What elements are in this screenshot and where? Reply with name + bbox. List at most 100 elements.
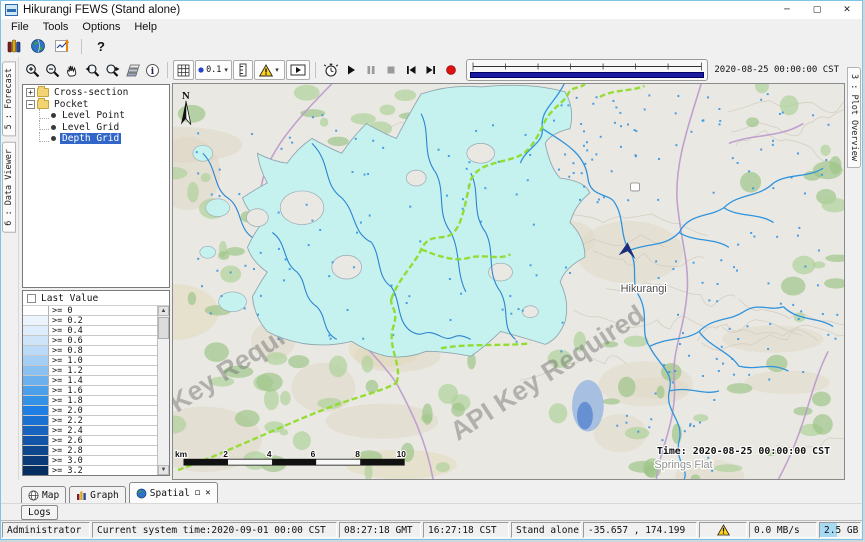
status-bandwidth: 0.0 MB/s bbox=[749, 522, 817, 538]
legend-swatch bbox=[23, 386, 49, 395]
scroll-thumb[interactable] bbox=[158, 317, 169, 339]
legend-row[interactable]: >= 2.2 bbox=[23, 416, 157, 426]
logs-button[interactable]: Logs bbox=[21, 505, 58, 520]
legend-row[interactable]: >= 0 bbox=[23, 306, 157, 316]
legend-swatch bbox=[23, 316, 49, 325]
legend-label: >= 2.8 bbox=[49, 446, 83, 455]
status-bar: Administrator Current system time:2020-0… bbox=[1, 520, 862, 539]
scroll-up-icon[interactable]: ▲ bbox=[158, 306, 169, 316]
grid-display-button[interactable] bbox=[173, 60, 194, 80]
status-warning-cell[interactable] bbox=[699, 522, 747, 538]
legend-row[interactable]: >= 1.6 bbox=[23, 386, 157, 396]
map-canvas[interactable]: API Key Required API Key Required bbox=[172, 83, 845, 480]
layers-icon[interactable] bbox=[123, 61, 142, 80]
legend-swatch bbox=[23, 356, 49, 365]
zoom-previous-icon[interactable] bbox=[83, 61, 102, 80]
tab-forecast[interactable]: 5 : Forecast bbox=[2, 61, 16, 136]
tab-spatial[interactable]: Spatial ◻ ✕ bbox=[129, 482, 218, 503]
expand-icon[interactable]: + bbox=[26, 88, 35, 97]
info-icon[interactable]: i bbox=[143, 61, 162, 80]
pause-icon[interactable] bbox=[361, 61, 380, 80]
tree-item-cross-section[interactable]: + Cross-section bbox=[25, 87, 169, 99]
threshold-dot-icon bbox=[198, 67, 204, 73]
main-toolbar: ? bbox=[1, 35, 862, 57]
close-button[interactable]: ✕ bbox=[832, 1, 862, 19]
minimize-button[interactable]: ─ bbox=[772, 1, 802, 19]
tree-item-depth-grid[interactable]: Depth Grid bbox=[25, 133, 169, 145]
legend-row[interactable]: >= 2.8 bbox=[23, 446, 157, 456]
legend-row[interactable]: >= 0.8 bbox=[23, 346, 157, 356]
maximize-button[interactable]: ▢ bbox=[802, 1, 832, 19]
thresholds-warning-dropdown[interactable]: ▾ bbox=[254, 60, 285, 80]
bar-chart-icon bbox=[76, 490, 87, 501]
menu-file[interactable]: File bbox=[4, 21, 36, 33]
legend-row[interactable]: >= 1.0 bbox=[23, 356, 157, 366]
legend-label: >= 1.2 bbox=[49, 366, 83, 375]
zoom-out-icon[interactable] bbox=[43, 61, 62, 80]
threshold-dropdown[interactable]: 0.1 ▾ bbox=[195, 60, 232, 80]
legend-row[interactable]: >= 0.2 bbox=[23, 316, 157, 326]
menu-options[interactable]: Options bbox=[75, 21, 127, 33]
timeseries-chart-icon[interactable] bbox=[53, 37, 71, 55]
legend-row[interactable]: >= 3.0 bbox=[23, 456, 157, 466]
legend-row[interactable]: >= 1.4 bbox=[23, 376, 157, 386]
tab-data-viewer[interactable]: 6 : Data Viewer bbox=[2, 142, 16, 233]
chevron-down-icon: ▾ bbox=[223, 66, 229, 74]
record-movie-icon[interactable] bbox=[441, 61, 460, 80]
legend-row[interactable]: >= 2.0 bbox=[23, 406, 157, 416]
help-icon[interactable]: ? bbox=[92, 37, 110, 55]
status-coordinates: -35.657 , 174.199 bbox=[583, 522, 697, 538]
scale-gauge-button[interactable] bbox=[233, 60, 253, 80]
timeline-period-bar[interactable] bbox=[470, 72, 704, 78]
legend-panel: Last Value >= 0>= 0.2>= 0.4>= 0.6>= 0.8>… bbox=[22, 290, 170, 476]
threshold-value: 0.1 bbox=[206, 65, 221, 75]
legend-row[interactable]: >= 0.6 bbox=[23, 336, 157, 346]
tab-plot-overview[interactable]: 3 : Plot Overview bbox=[847, 67, 861, 168]
legend-label: >= 2.0 bbox=[49, 406, 83, 415]
svg-text:4: 4 bbox=[267, 449, 272, 459]
legend-swatch bbox=[23, 346, 49, 355]
collapse-icon[interactable]: − bbox=[26, 100, 35, 109]
legend-label: >= 3.2 bbox=[49, 466, 83, 475]
last-value-checkbox[interactable] bbox=[27, 294, 36, 303]
status-user: Administrator bbox=[2, 522, 90, 538]
deep-water-core bbox=[577, 402, 593, 430]
window-title: Hikurangi FEWS (Stand alone) bbox=[23, 4, 180, 16]
svg-text:8: 8 bbox=[355, 449, 360, 459]
layer-bullet-icon bbox=[51, 136, 56, 141]
pan-hand-icon[interactable] bbox=[63, 61, 82, 80]
legend-row[interactable]: >= 2.4 bbox=[23, 426, 157, 436]
legend-scrollbar[interactable]: ▲ ▼ bbox=[158, 306, 169, 475]
timeline-slider[interactable] bbox=[466, 59, 708, 81]
tree-item-pocket[interactable]: − Pocket bbox=[25, 99, 169, 111]
stop-icon[interactable] bbox=[381, 61, 400, 80]
legend-row[interactable]: >= 0.4 bbox=[23, 326, 157, 336]
svg-text:2: 2 bbox=[223, 449, 228, 459]
status-local-time: 16:27:18 CST bbox=[423, 522, 509, 538]
tab-graph[interactable]: Graph bbox=[69, 486, 126, 503]
legend-swatch bbox=[23, 326, 49, 335]
database-viewer-icon[interactable] bbox=[5, 37, 23, 55]
tab-maximize-icon[interactable]: ◻ bbox=[193, 488, 200, 498]
logs-row: Logs bbox=[1, 503, 862, 520]
run-animation-clock-icon[interactable] bbox=[321, 61, 340, 80]
legend-row[interactable]: >= 1.2 bbox=[23, 366, 157, 376]
menu-help[interactable]: Help bbox=[127, 21, 164, 33]
legend-swatch bbox=[23, 416, 49, 425]
skip-to-start-icon[interactable] bbox=[401, 61, 420, 80]
legend-row[interactable]: >= 3.2 bbox=[23, 466, 157, 475]
tab-close-icon[interactable]: ✕ bbox=[203, 488, 210, 498]
legend-label: >= 0.4 bbox=[49, 326, 83, 335]
scroll-down-icon[interactable]: ▼ bbox=[158, 465, 169, 475]
animation-panel-button[interactable] bbox=[286, 60, 310, 80]
legend-row[interactable]: >= 1.8 bbox=[23, 396, 157, 406]
tab-map[interactable]: Map bbox=[21, 486, 66, 503]
timeline-axis bbox=[470, 62, 704, 71]
play-icon[interactable] bbox=[341, 61, 360, 80]
map-globe-icon[interactable] bbox=[29, 37, 47, 55]
menu-tools[interactable]: Tools bbox=[36, 21, 76, 33]
skip-to-end-icon[interactable] bbox=[421, 61, 440, 80]
legend-row[interactable]: >= 2.6 bbox=[23, 436, 157, 446]
zoom-next-icon[interactable] bbox=[103, 61, 122, 80]
zoom-in-icon[interactable] bbox=[23, 61, 42, 80]
